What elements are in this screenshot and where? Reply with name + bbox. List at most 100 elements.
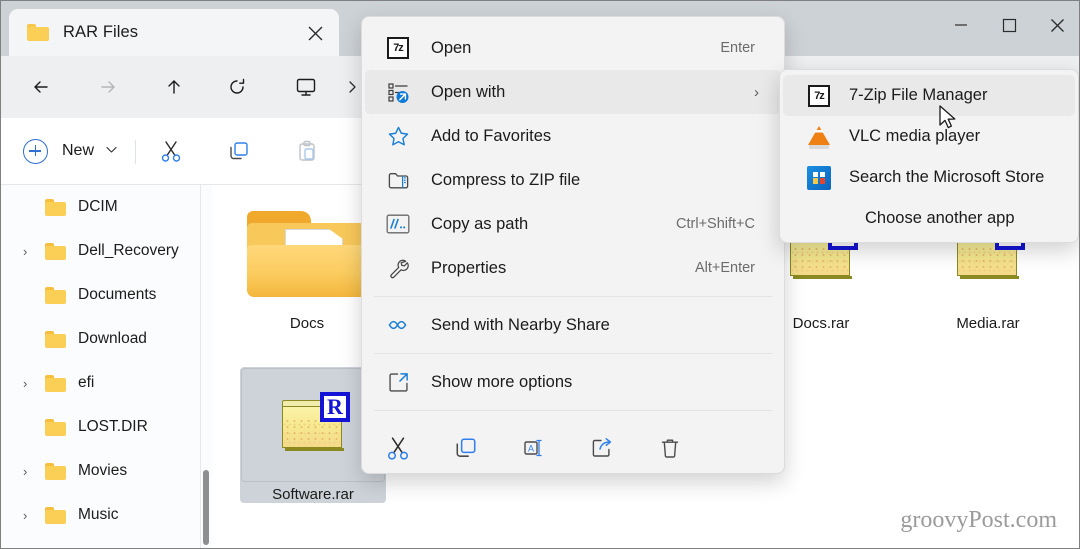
navigation-pane-scrollbar[interactable]: [201, 185, 212, 548]
up-arrow-icon[interactable]: [157, 70, 191, 104]
submenu-item-7zip[interactable]: 7z 7-Zip File Manager: [783, 75, 1075, 116]
context-menu-item-label: Open: [431, 38, 472, 57]
tab-title: RAR Files: [63, 23, 139, 41]
window-close-button[interactable]: [1033, 1, 1079, 49]
submenu-item-microsoft-store[interactable]: Search the Microsoft Store: [783, 157, 1075, 198]
context-menu-item-label: Properties: [431, 258, 507, 277]
tree-item[interactable]: LOST.DIR: [1, 405, 200, 449]
close-icon[interactable]: [303, 21, 327, 45]
open-with-submenu: 7z 7-Zip File Manager VLC media player S…: [779, 69, 1079, 243]
delete-icon[interactable]: [650, 428, 690, 468]
refresh-icon[interactable]: [220, 70, 254, 104]
file-explorer-window: RAR Files New DCIM › Dell_Recovery Docum…: [0, 0, 1080, 549]
menu-divider: [374, 410, 772, 411]
context-menu-item-label: Compress to ZIP file: [431, 170, 581, 189]
new-button[interactable]: New: [23, 133, 117, 169]
tree-item-label: DCIM: [78, 198, 118, 215]
show-more-options-icon: [381, 371, 415, 394]
copy-icon[interactable]: [222, 134, 256, 168]
star-icon: [381, 125, 415, 148]
folder-icon: [45, 418, 66, 436]
tree-item-label: Dell_Recovery: [78, 242, 179, 259]
tree-item-label: Documents: [78, 286, 157, 303]
submenu-item-label: VLC media player: [849, 127, 981, 145]
folder-icon: [45, 462, 66, 480]
tree-item[interactable]: DCIM: [1, 185, 200, 229]
cut-icon[interactable]: [154, 134, 188, 168]
folder-icon: [45, 286, 66, 304]
vlc-cone-icon: [805, 125, 833, 149]
folder-icon: [45, 374, 66, 392]
open-with-icon: [381, 81, 415, 104]
chevron-right-icon[interactable]: ›: [23, 508, 41, 523]
navigation-pane: DCIM › Dell_Recovery Documents Download …: [1, 185, 200, 548]
minimize-button[interactable]: [937, 1, 985, 49]
share-icon[interactable]: [582, 428, 622, 468]
context-menu-item-label: Send with Nearby Share: [431, 315, 610, 334]
context-menu-item-properties[interactable]: Properties Alt+Enter: [365, 246, 781, 290]
tree-item-label: LOST.DIR: [78, 418, 148, 435]
tree-item-label: Download: [78, 330, 147, 347]
tree-item[interactable]: Documents: [1, 273, 200, 317]
chevron-right-icon[interactable]: ›: [23, 464, 41, 479]
folder-thumbnail: X: [234, 195, 380, 311]
paste-icon: [290, 134, 324, 168]
rename-icon[interactable]: A: [514, 428, 554, 468]
file-name: Media.rar: [956, 315, 1020, 332]
plus-icon: [23, 138, 48, 164]
tree-item-label: efi: [78, 374, 95, 391]
copy-icon[interactable]: [446, 428, 486, 468]
submenu-item-vlc[interactable]: VLC media player: [783, 116, 1075, 157]
context-menu-accelerator: Ctrl+Shift+C: [676, 216, 755, 232]
submenu-item-label: 7-Zip File Manager: [849, 86, 988, 104]
submenu-item-label: Search the Microsoft Store: [849, 168, 1045, 186]
new-button-label: New: [62, 142, 95, 159]
file-name: Docs: [289, 315, 325, 332]
file-item-docs[interactable]: X Docs: [234, 195, 380, 332]
context-menu-item-compress-to-zip[interactable]: Compress to ZIP file: [365, 158, 781, 202]
tab-rar-files[interactable]: RAR Files: [9, 9, 339, 56]
context-menu-item-add-to-favorites[interactable]: Add to Favorites: [365, 114, 781, 158]
chevron-right-icon[interactable]: ›: [23, 244, 41, 259]
rar-archive-icon: R: [280, 392, 350, 454]
tree-item[interactable]: › Movies: [1, 449, 200, 493]
submenu-item-label: Choose another app: [865, 209, 1015, 227]
wrench-icon: [381, 257, 415, 280]
folder-icon: [45, 330, 66, 348]
svg-text:A: A: [528, 443, 534, 453]
window-controls: [937, 1, 1079, 49]
tree-item[interactable]: Download: [1, 317, 200, 361]
context-menu-item-open-with[interactable]: Open with ›: [365, 70, 781, 114]
context-menu-item-label: Copy as path: [431, 214, 529, 233]
this-pc-monitor-icon[interactable]: [289, 70, 323, 104]
chevron-down-icon: [106, 145, 117, 157]
cut-icon[interactable]: [378, 428, 418, 468]
tree-item[interactable]: › Dell_Recovery: [1, 229, 200, 273]
scrollbar-thumb[interactable]: [203, 470, 209, 545]
tree-item[interactable]: › Music: [1, 493, 200, 537]
context-menu-item-label: Open with: [431, 82, 506, 101]
microsoft-store-icon: [805, 165, 833, 190]
context-menu-item-open[interactable]: 7z Open Enter: [365, 26, 781, 70]
watermark: groovyPost.com: [900, 507, 1057, 533]
maximize-button[interactable]: [985, 1, 1033, 49]
menu-divider: [374, 296, 772, 297]
file-name: Software.rar: [272, 486, 354, 503]
context-menu-item-label: Show more options: [431, 372, 573, 391]
zip-folder-icon: [381, 169, 415, 192]
copy-path-icon: [381, 214, 415, 234]
back-arrow-icon[interactable]: [24, 70, 58, 104]
tree-item[interactable]: › efi: [1, 361, 200, 405]
context-menu-item-copy-as-path[interactable]: Copy as path Ctrl+Shift+C: [365, 202, 781, 246]
chevron-right-icon[interactable]: ›: [23, 376, 41, 391]
toolbar-divider: [135, 140, 136, 164]
context-menu-item-show-more-options[interactable]: Show more options: [365, 360, 781, 404]
folder-with-excel-doc-icon: X: [245, 207, 369, 299]
submenu-item-choose-another-app[interactable]: Choose another app: [783, 198, 1075, 239]
nearby-share-icon: [381, 318, 415, 332]
menu-divider: [374, 353, 772, 354]
forward-arrow-icon: [91, 70, 125, 104]
folder-icon: [45, 506, 66, 524]
context-menu-item-nearby-share[interactable]: Send with Nearby Share: [365, 303, 781, 347]
context-menu-accelerator: Alt+Enter: [694, 260, 755, 276]
